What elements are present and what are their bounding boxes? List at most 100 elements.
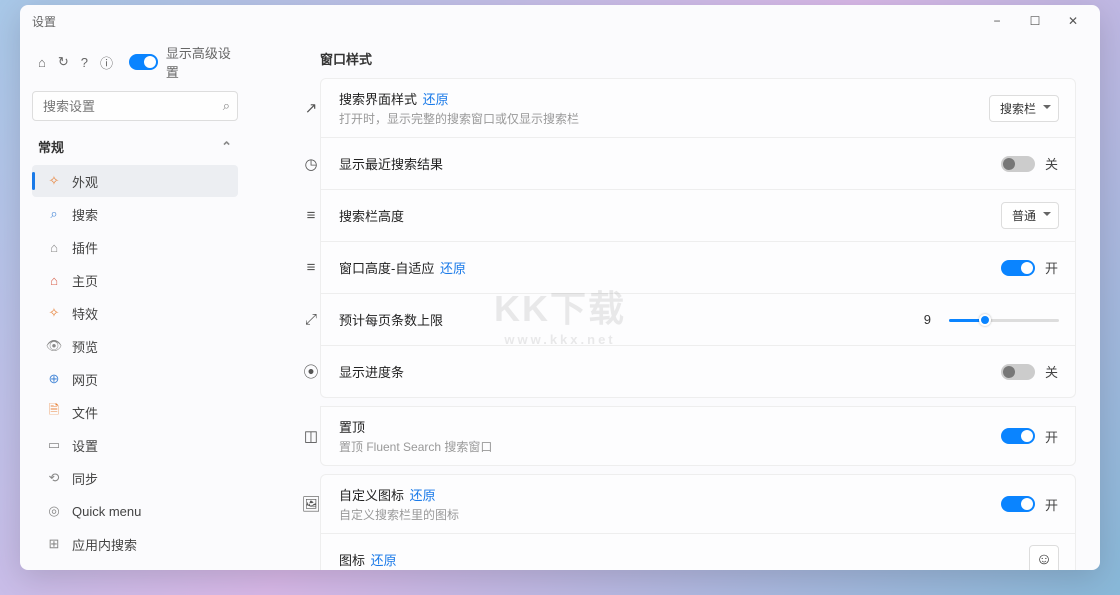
nav-icon: ✧ [46,305,62,321]
sidebar-item-0[interactable]: ✧ 外观 [32,165,238,197]
restore-link[interactable]: 还原 [371,553,397,568]
setting-row: ⤢预计每页条数上限9 [320,294,1076,346]
advanced-label: 显示高级设置 [166,43,232,81]
maximize-button[interactable]: ☐ [1016,5,1054,37]
nav-label: 外观 [72,172,98,191]
select[interactable]: 普通 [1001,202,1059,229]
sidebar-item-9[interactable]: ⟲ 同步 [32,462,238,494]
toolbar-icons: ⌂ ↻ ? ⓘ 显示高级设置 [32,37,238,91]
nav-icon: 👁 [46,338,62,354]
row-icon: 🖼 [297,495,325,513]
sidebar-item-6[interactable]: ⊕网页 [32,363,238,395]
row-title: 自定义图标 还原 [339,485,1001,504]
sidebar-item-4[interactable]: ✧ 特效 [32,297,238,329]
nav-label: 文件 [72,403,98,422]
bag-icon[interactable]: ⌂ [38,55,46,70]
nav-label: 同步 [72,469,98,488]
nav-icon: ⌂ [46,240,62,255]
toggle[interactable] [1001,156,1035,172]
info-icon[interactable]: ⓘ [100,53,113,72]
window-title: 设置 [32,13,56,30]
nav-icon: 🗎 [46,401,62,423]
nav-label: 主页 [72,271,98,290]
row-icon: ↗ [297,99,325,117]
section-title: 窗口样式 [320,37,1076,78]
minimize-button[interactable]: − [978,5,1016,37]
search-input[interactable] [32,91,238,121]
setting-row: ⦿显示进度条关 [320,346,1076,398]
setting-row: ◷显示最近搜索结果关 [320,138,1076,190]
row-subtitle: 置顶 Fluent Search 搜索窗口 [339,438,1001,455]
search-icon: ⌕ [223,98,230,114]
row-icon: ⤢ [297,311,325,328]
restore-link[interactable]: 还原 [410,488,436,503]
slider-value: 9 [924,312,931,327]
toggle[interactable] [1001,496,1035,512]
group-header[interactable]: 常规 ⌃ [32,129,238,164]
nav-label: 插件 [72,238,98,257]
help-icon[interactable]: ? [81,55,88,70]
setting-row: ↗搜索界面样式 还原打开时，显示完整的搜索窗口或仅显示搜索栏搜索栏 [320,78,1076,138]
nav-label: 特效 [72,304,98,323]
select[interactable]: 搜索栏 [989,95,1059,122]
row-title: 窗口高度-自适应 还原 [339,258,1001,277]
row-title: 显示进度条 [339,362,1001,381]
titlebar: 设置 − ☐ ✕ [20,5,1100,37]
row-title: 显示最近搜索结果 [339,154,1001,173]
row-subtitle: 自定义搜索栏里的图标 [339,506,1001,523]
sidebar-item-3[interactable]: ⌂ 主页 [32,264,238,296]
sidebar: ⌂ ↻ ? ⓘ 显示高级设置 ⌕ 常规 ⌃ ✧ 外观 ⌕ 搜索 ⌂ 插件 ⌂ 主页 ✧ 特效 👁 预览… [20,37,250,570]
slider[interactable] [949,311,1059,329]
row-icon: ≡ [297,259,325,276]
row-title: 搜索栏高度 [339,206,1001,225]
row-icon: ⦿ [297,361,325,382]
nav-label: 预览 [72,337,98,356]
restore-link[interactable]: 还原 [440,261,466,276]
nav-icon: ⌕ [46,206,62,222]
nav-icon: ◎ [46,503,62,519]
main-panel: 窗口样式 ↗搜索界面样式 还原打开时，显示完整的搜索窗口或仅显示搜索栏搜索栏◷显… [250,37,1100,570]
sidebar-item-1[interactable]: ⌕ 搜索 [32,198,238,230]
setting-row: ≡窗口高度-自适应 还原开 [320,242,1076,294]
nav-label: 网页 [72,370,98,389]
sidebar-item-10[interactable]: ◎ Quick menu [32,495,238,527]
sidebar-item-7[interactable]: 🗎 文件 [32,396,238,428]
sidebar-item-5[interactable]: 👁 预览 [32,330,238,362]
nav-label: Quick menu [72,504,141,519]
advanced-toggle[interactable] [129,54,158,70]
nav-label: 应用内搜索 [72,535,137,554]
toggle-state: 开 [1045,427,1059,446]
restore-link[interactable]: 还原 [423,92,449,107]
nav-list: ✧ 外观 ⌕ 搜索 ⌂ 插件 ⌂ 主页 ✧ 特效 👁 预览 ⊕网页 🗎 文件 ▭设置 ⟲ 同步 ◎ Quick men… [32,164,238,570]
row-icon: ≡ [297,207,325,224]
nav-icon: ⌂ [46,273,62,288]
nav-label: 屏幕 [72,568,98,571]
row-title: 图标 还原 [339,550,1029,569]
toggle-state: 关 [1045,154,1059,173]
toggle[interactable] [1001,364,1035,380]
settings-window: 设置 − ☐ ✕ ⌂ ↻ ? ⓘ 显示高级设置 ⌕ 常规 ⌃ [20,5,1100,570]
nav-label: 搜索 [72,205,98,224]
toggle-state: 开 [1045,258,1059,277]
sidebar-item-2[interactable]: ⌂ 插件 [32,231,238,263]
sidebar-item-11[interactable]: ⊞ 应用内搜索 [32,528,238,560]
toggle-state: 关 [1045,362,1059,381]
setting-row: 🖼自定义图标 还原自定义搜索栏里的图标开 [320,474,1076,534]
sidebar-item-12[interactable]: ▭屏幕 [32,561,238,570]
close-button[interactable]: ✕ [1054,5,1092,37]
row-title: 置顶 [339,417,1001,436]
nav-icon: ✧ [46,173,62,189]
nav-icon: ⊞ [46,536,62,552]
toggle-state: 开 [1045,495,1059,514]
toggle[interactable] [1001,428,1035,444]
toggle[interactable] [1001,260,1035,276]
row-icon: ◫ [297,427,325,445]
chevron-up-icon: ⌃ [221,139,232,155]
emoji-button[interactable]: ☺ [1029,545,1059,571]
nav-icon: ▭ [46,437,62,453]
setting-row: ≡搜索栏高度普通 [320,190,1076,242]
setting-row: ◫置顶置顶 Fluent Search 搜索窗口开 [320,406,1076,466]
nav-icon: ⟲ [46,470,62,486]
refresh-icon[interactable]: ↻ [58,54,69,70]
sidebar-item-8[interactable]: ▭设置 [32,429,238,461]
